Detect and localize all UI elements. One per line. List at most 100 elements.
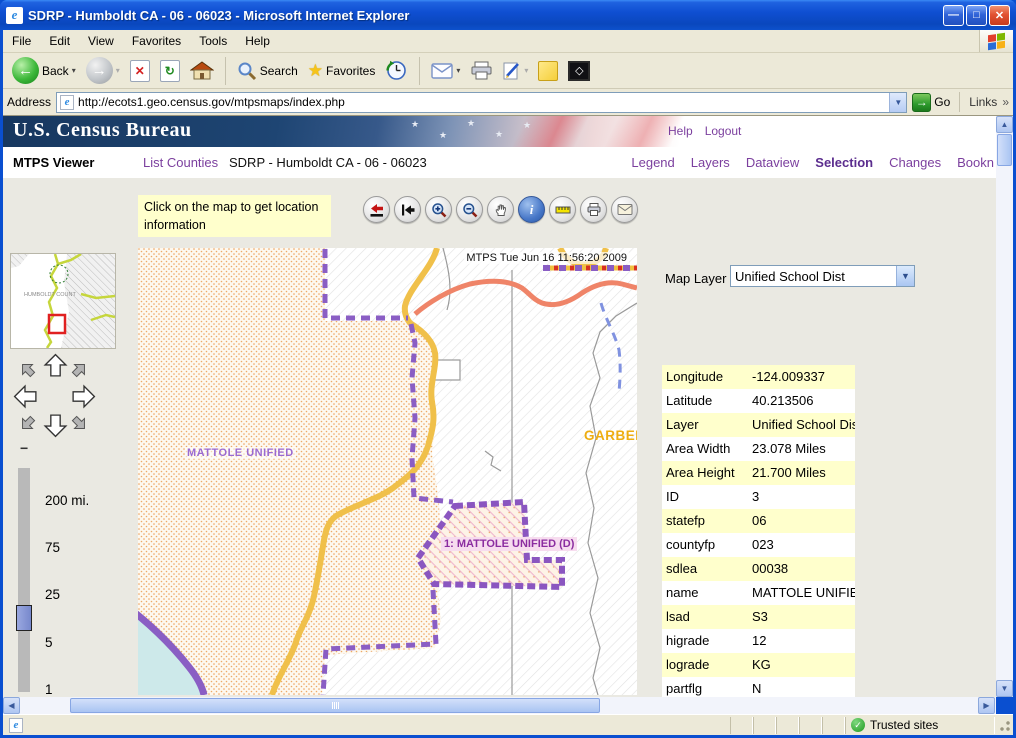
page-viewport: ★ ★ ★ ★ ★ U.S. Census Bureau Help Logout… [3, 116, 1013, 697]
pan-arrow-se[interactable] [70, 414, 89, 433]
pan-arrow-nw[interactable] [18, 360, 37, 379]
census-banner: ★ ★ ★ ★ ★ U.S. Census Bureau Help Logout [3, 116, 996, 147]
resize-grip[interactable] [998, 720, 1011, 733]
map-canvas[interactable]: MTPS Tue Jun 16 11:56:20 2009 MATTOLE UN… [138, 248, 637, 695]
refresh-button[interactable]: ↻ [157, 58, 183, 84]
pan-arrow-n[interactable] [42, 352, 69, 379]
mtps-nav-row: MTPS Viewer List Counties SDRP - Humbold… [3, 147, 996, 178]
discuss-button[interactable]: ◇ [565, 59, 593, 83]
forward-button[interactable]: → ▾ [83, 55, 123, 86]
scale-label-75: 75 [45, 540, 60, 555]
search-button[interactable]: Search [234, 59, 301, 83]
address-divider [959, 92, 960, 112]
table-row: countyfp023 [662, 533, 855, 557]
place-label-garberville: GARBER [584, 428, 637, 443]
overview-map[interactable]: HUMBOLDT COUNT [10, 253, 116, 349]
forward-dropdown-icon[interactable]: ▾ [116, 66, 120, 75]
back-button[interactable]: ← Back ▾ [9, 55, 79, 86]
table-row: lsadS3 [662, 605, 855, 629]
favorites-button[interactable]: ★ Favorites [305, 59, 379, 83]
census-bureau-title: U.S. Census Bureau [13, 119, 192, 142]
print-button[interactable] [467, 59, 496, 82]
table-row: LayerUnified School Dist [662, 413, 855, 437]
vertical-scrollbar[interactable]: ▲ ▼ [996, 116, 1013, 697]
stop-button[interactable]: ✕ [127, 58, 153, 84]
address-dropdown-icon[interactable]: ▼ [889, 93, 906, 112]
pan-hand-icon[interactable] [487, 196, 514, 223]
pan-arrow-w[interactable] [12, 383, 39, 410]
notes-button[interactable] [535, 59, 561, 83]
previous-extent-icon[interactable] [394, 196, 421, 223]
flag-star-icon: ★ [523, 120, 531, 131]
scale-label-200mi: 200 mi. [45, 493, 89, 508]
links-chevron-icon[interactable]: » [1002, 95, 1009, 109]
address-url[interactable]: http://ecots1.geo.census.gov/mtpsmaps/in… [78, 95, 885, 109]
nav-link-dataview[interactable]: Dataview [746, 155, 799, 170]
zoom-out-icon[interactable] [456, 196, 483, 223]
identify-info-icon[interactable]: i [518, 196, 545, 223]
edit-dropdown-icon[interactable]: ▾ [524, 66, 528, 75]
links-label[interactable]: Links [969, 95, 997, 109]
favorites-label: Favorites [326, 64, 375, 78]
zoom-in-icon[interactable] [425, 196, 452, 223]
table-row: ID3 [662, 485, 855, 509]
chevron-down-icon[interactable]: ▼ [896, 266, 914, 286]
scroll-left-icon[interactable]: ◀ [3, 697, 20, 714]
horizontal-scroll-thumb[interactable] [70, 698, 600, 713]
zoom-slider-track[interactable] [18, 468, 30, 692]
menu-edit[interactable]: Edit [40, 31, 79, 51]
trusted-check-icon: ✓ [851, 718, 865, 732]
table-row: sdlea00038 [662, 557, 855, 581]
map-layer-select[interactable]: Unified School Dist ▼ [730, 265, 915, 287]
menu-favorites[interactable]: Favorites [123, 31, 190, 51]
table-row: logradeKG [662, 653, 855, 677]
list-counties-link[interactable]: List Counties [143, 155, 218, 170]
app-title: MTPS Viewer [13, 155, 94, 170]
nav-link-layers[interactable]: Layers [691, 155, 730, 170]
horizontal-scrollbar[interactable]: ◀ ▶ [3, 697, 996, 714]
zoom-full-extent-icon[interactable] [363, 196, 390, 223]
titlebar[interactable]: e SDRP - Humboldt CA - 06 - 06023 - Micr… [0, 0, 1016, 30]
map-graphics [138, 248, 637, 695]
table-row: Area Width23.078 Miles [662, 437, 855, 461]
scroll-up-icon[interactable]: ▲ [996, 116, 1013, 133]
home-button[interactable] [187, 58, 217, 84]
help-link[interactable]: Help [668, 124, 693, 138]
edit-button[interactable]: ▾ [500, 59, 531, 83]
print-map-icon[interactable] [580, 196, 607, 223]
vertical-scroll-thumb[interactable] [997, 134, 1012, 166]
nav-link-changes[interactable]: Changes [889, 155, 941, 170]
attribute-table: Longitude-124.009337 Latitude40.213506 L… [662, 365, 855, 697]
go-button[interactable]: → Go [912, 93, 950, 112]
map-layer-label: Map Layer [665, 271, 726, 286]
menu-help[interactable]: Help [236, 31, 279, 51]
menu-file[interactable]: File [3, 31, 40, 51]
back-dropdown-icon[interactable]: ▾ [72, 66, 76, 75]
nav-link-legend[interactable]: Legend [631, 155, 674, 170]
nav-link-selection[interactable]: Selection [815, 155, 873, 170]
address-input[interactable]: e http://ecots1.geo.census.gov/mtpsmaps/… [56, 92, 907, 113]
logout-link[interactable]: Logout [705, 124, 742, 138]
zoom-out-minus[interactable]: − [20, 440, 28, 456]
mail-button[interactable]: ▾ [428, 61, 463, 81]
email-map-icon[interactable] [611, 196, 638, 223]
mail-dropdown-icon[interactable]: ▾ [456, 66, 460, 75]
menu-tools[interactable]: Tools [190, 31, 236, 51]
minimize-icon[interactable]: — [943, 5, 964, 26]
map-toolbar: i [363, 196, 638, 223]
scroll-right-icon[interactable]: ▶ [978, 697, 995, 714]
maximize-icon[interactable]: □ [966, 5, 987, 26]
menu-view[interactable]: View [79, 31, 123, 51]
close-icon[interactable]: ✕ [989, 5, 1010, 26]
nav-link-bookmark[interactable]: Bookn [957, 155, 994, 170]
pan-arrow-e[interactable] [70, 383, 97, 410]
history-button[interactable] [382, 57, 411, 84]
pan-arrow-sw[interactable] [18, 414, 37, 433]
zoom-slider-thumb[interactable] [16, 605, 32, 631]
table-row: higrade12 [662, 629, 855, 653]
scroll-down-icon[interactable]: ▼ [996, 680, 1013, 697]
pan-arrow-s[interactable] [42, 412, 69, 439]
window-title: SDRP - Humboldt CA - 06 - 06023 - Micros… [28, 8, 943, 23]
measure-ruler-icon[interactable] [549, 196, 576, 223]
pan-arrow-ne[interactable] [70, 360, 89, 379]
